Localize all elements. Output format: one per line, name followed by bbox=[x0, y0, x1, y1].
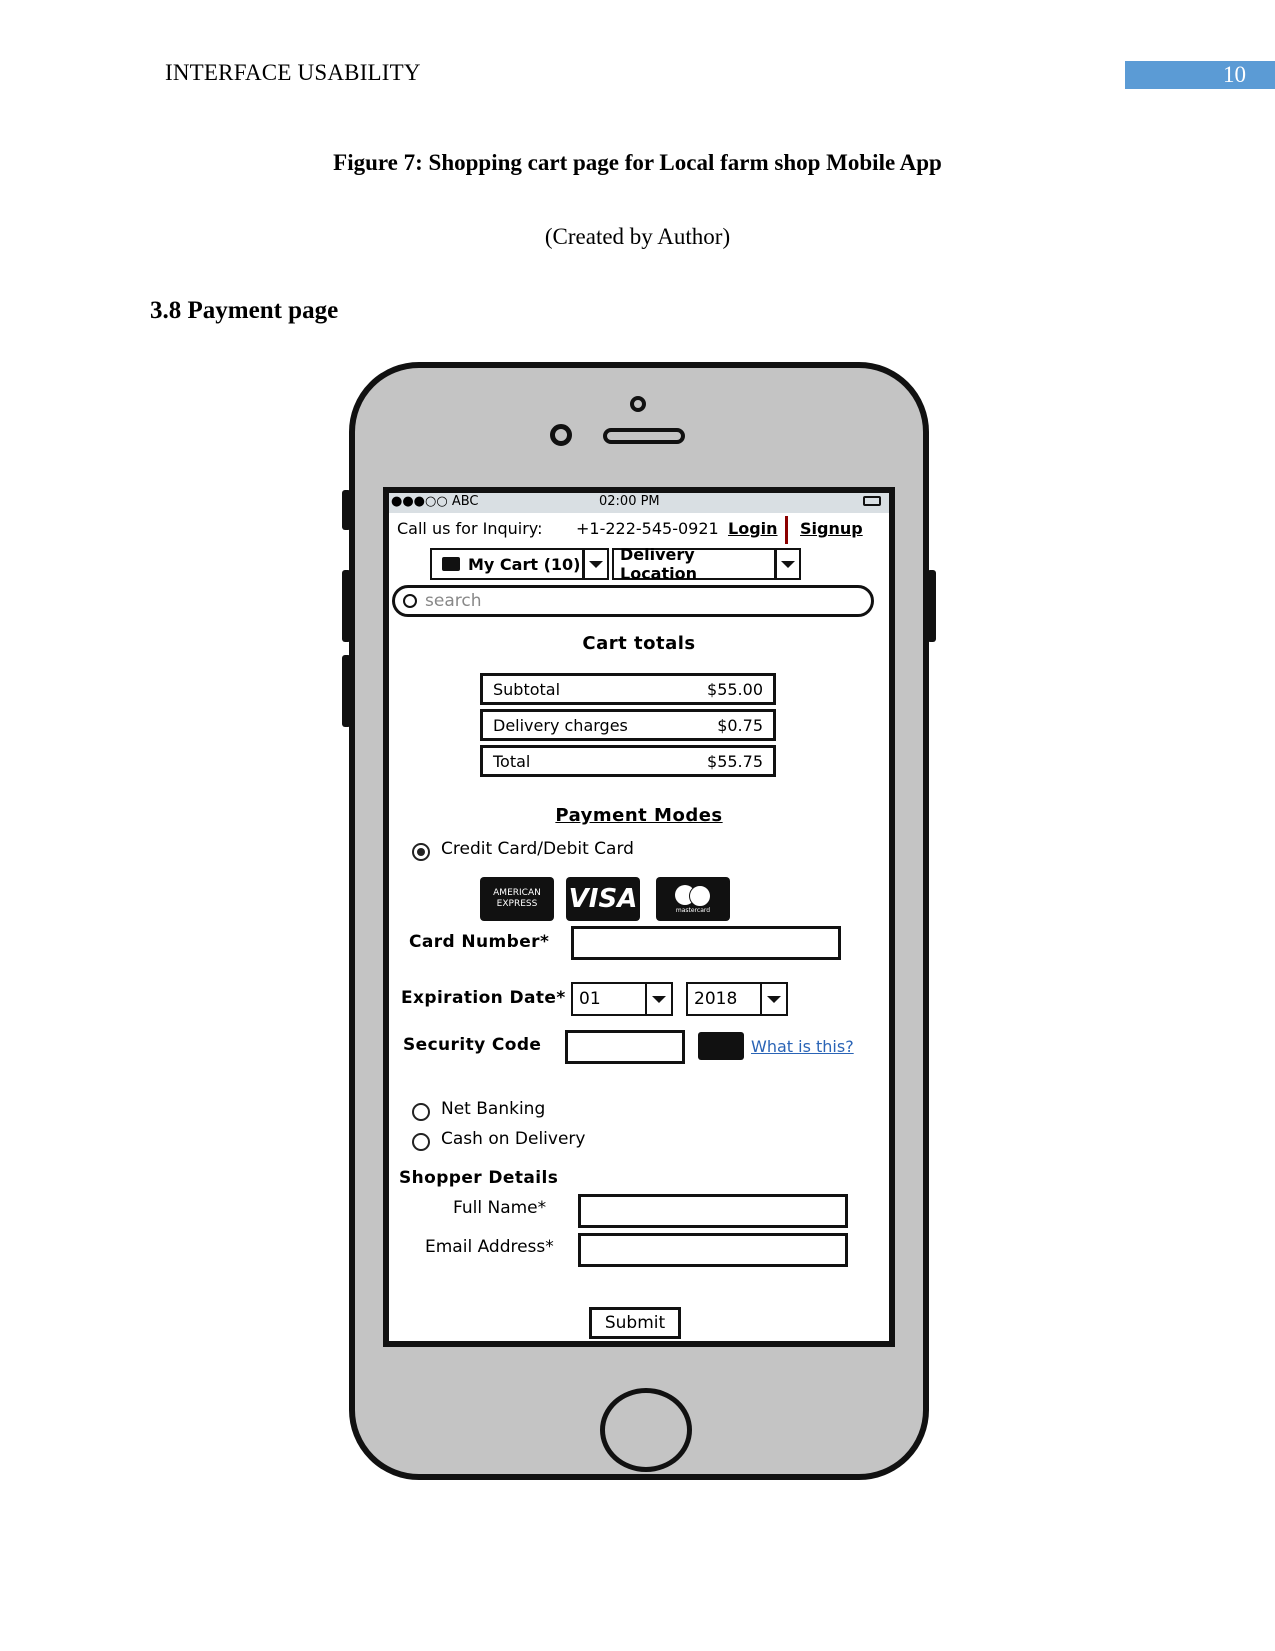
visa-logo: VISA bbox=[566, 877, 640, 921]
net-banking-option-label: Net Banking bbox=[441, 1099, 546, 1119]
phone-screen: ●●●○○ ABC 02:00 PM Call us for Inquiry: … bbox=[383, 487, 895, 1347]
chevron-down-icon bbox=[781, 560, 795, 568]
search-placeholder: search bbox=[425, 591, 482, 611]
card-number-label: Card Number* bbox=[409, 932, 550, 952]
radio-net-banking[interactable] bbox=[412, 1103, 430, 1121]
search-icon bbox=[403, 594, 417, 608]
email-address-label: Email Address* bbox=[425, 1237, 554, 1257]
cart-totals-title: Cart totals bbox=[582, 633, 696, 654]
exp-month-select[interactable]: 01 bbox=[571, 982, 673, 1016]
page-number: 10 bbox=[1223, 62, 1246, 87]
status-time: 02:00 PM bbox=[599, 494, 660, 509]
mastercard-text: mastercard bbox=[675, 906, 711, 914]
totals-value: $55.75 bbox=[707, 751, 763, 771]
amex-line1: AMERICAN bbox=[493, 888, 541, 898]
inquiry-label: Call us for Inquiry: bbox=[397, 519, 543, 538]
amex-logo: AMERICAN EXPRESS bbox=[480, 877, 554, 921]
home-button[interactable] bbox=[600, 1388, 692, 1472]
delivery-dropdown-toggle[interactable] bbox=[775, 548, 801, 580]
cart-icon bbox=[442, 557, 460, 571]
cart-dropdown-toggle[interactable] bbox=[583, 548, 609, 580]
radio-credit-card[interactable] bbox=[412, 843, 430, 861]
header-separator bbox=[785, 516, 788, 544]
carrier-label: ●●●○○ ABC bbox=[391, 494, 479, 509]
email-address-input[interactable] bbox=[578, 1233, 848, 1267]
mastercard-circles-icon bbox=[675, 884, 711, 907]
totals-row-total: Total $55.75 bbox=[480, 745, 776, 777]
delivery-location-label: Delivery Location bbox=[620, 545, 697, 583]
visa-text: VISA bbox=[568, 884, 638, 914]
security-code-input[interactable] bbox=[565, 1030, 685, 1064]
my-cart-label: My Cart (10) bbox=[468, 554, 581, 574]
what-is-this-link[interactable]: What is this? bbox=[751, 1037, 854, 1056]
totals-row-subtotal: Subtotal $55.00 bbox=[480, 673, 776, 705]
chevron-down-icon bbox=[767, 995, 781, 1003]
inquiry-phone: +1-222-545-0921 bbox=[576, 519, 719, 538]
figure-caption: Figure 7: Shopping cart page for Local f… bbox=[333, 150, 942, 175]
chevron-down-icon bbox=[652, 995, 666, 1003]
my-cart-button[interactable]: My Cart (10) bbox=[430, 548, 584, 580]
login-link[interactable]: Login bbox=[728, 519, 778, 538]
sensor-icon bbox=[550, 424, 572, 446]
full-name-label: Full Name* bbox=[453, 1198, 547, 1218]
card-back-icon bbox=[698, 1032, 744, 1060]
totals-label: Total bbox=[493, 751, 531, 771]
expiration-date-label: Expiration Date* bbox=[401, 988, 566, 1008]
credit-card-option-label: Credit Card/Debit Card bbox=[441, 839, 634, 859]
totals-value: $0.75 bbox=[717, 715, 763, 735]
card-number-input[interactable] bbox=[571, 926, 841, 960]
totals-row-delivery: Delivery charges $0.75 bbox=[480, 709, 776, 741]
figure-credit: (Created by Author) bbox=[544, 224, 731, 249]
running-head: INTERFACE USABILITY bbox=[165, 60, 421, 85]
shopper-details-title: Shopper Details bbox=[399, 1168, 559, 1188]
mastercard-logo: mastercard bbox=[656, 877, 730, 921]
totals-label: Subtotal bbox=[493, 679, 561, 699]
submit-button[interactable]: Submit bbox=[589, 1307, 681, 1339]
payment-modes-title: Payment Modes bbox=[555, 805, 723, 826]
front-camera-icon bbox=[630, 396, 646, 412]
exp-month-value: 01 bbox=[579, 989, 601, 1009]
speaker-icon bbox=[603, 428, 685, 444]
search-input[interactable]: search bbox=[392, 585, 874, 617]
chevron-down-icon bbox=[589, 560, 603, 568]
status-bar: ●●●○○ ABC 02:00 PM bbox=[389, 493, 889, 513]
exp-year-value: 2018 bbox=[694, 989, 738, 1009]
section-heading: 3.8 Payment page bbox=[150, 297, 339, 324]
exp-year-select[interactable]: 2018 bbox=[686, 982, 788, 1016]
page-number-bar: 10 bbox=[1125, 61, 1275, 89]
security-code-label: Security Code bbox=[403, 1035, 542, 1055]
totals-value: $55.00 bbox=[707, 679, 763, 699]
cash-on-delivery-option-label: Cash on Delivery bbox=[441, 1129, 586, 1149]
delivery-location-button[interactable]: Delivery Location bbox=[612, 545, 776, 583]
amex-line2: EXPRESS bbox=[496, 899, 538, 909]
signup-link[interactable]: Signup bbox=[800, 519, 863, 538]
full-name-input[interactable] bbox=[578, 1194, 848, 1228]
battery-icon bbox=[863, 496, 881, 506]
totals-label: Delivery charges bbox=[493, 715, 628, 735]
radio-cash-on-delivery[interactable] bbox=[412, 1133, 430, 1151]
